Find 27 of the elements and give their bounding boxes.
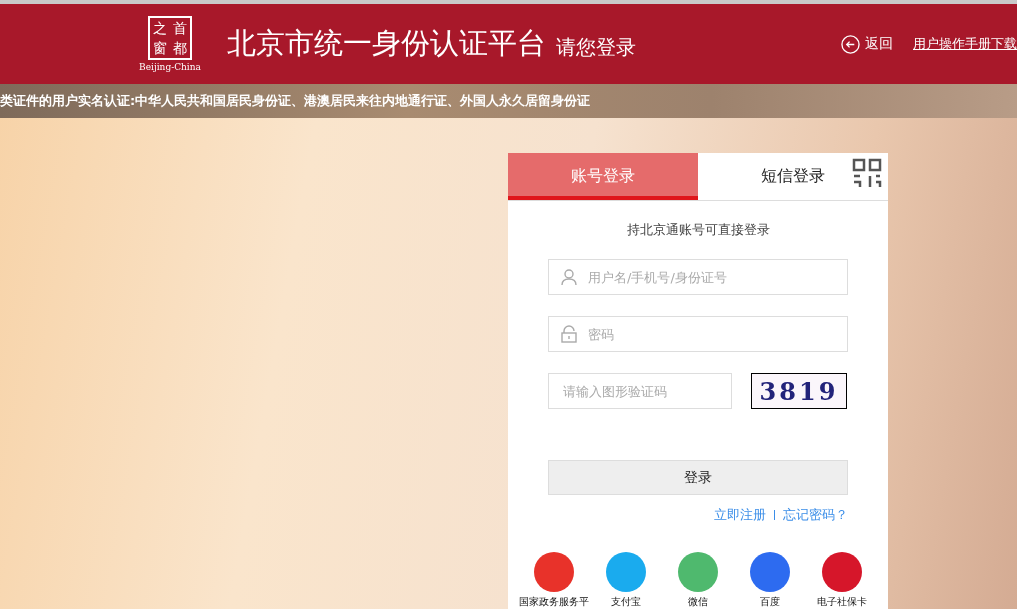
provider-label: 微信	[688, 595, 708, 609]
register-link[interactable]: 立即注册	[714, 506, 766, 524]
password-field[interactable]: 密码	[548, 316, 848, 352]
login-provider-icon[interactable]	[750, 552, 790, 592]
captcha-image[interactable]: 3819	[751, 373, 847, 409]
login-provider-icon[interactable]	[822, 552, 862, 592]
qr-code-icon[interactable]	[852, 158, 882, 188]
login-hint: 持北京通账号可直接登录	[626, 221, 770, 239]
logo: 之 首 窗 都 Beijing-China	[138, 16, 202, 72]
manual-download-link[interactable]: 用户操作手册下载	[913, 35, 1017, 53]
provider-label: 电子社保卡	[817, 595, 867, 609]
username-field[interactable]: 用户名/手机号/身份证号	[548, 259, 848, 295]
captcha-field[interactable]: 请输入图形验证码	[548, 373, 732, 409]
login-provider-icon[interactable]	[606, 552, 646, 592]
provider-label: 国家政务服务平	[519, 595, 589, 609]
notice-text: 类证件的用户实名认证:中华人民共和国居民身份证、港澳居民来往内地通行证、外国人永久居留身份证	[0, 92, 591, 110]
site-title: 北京市统一身份认证平台	[227, 25, 546, 62]
lock-icon	[560, 325, 578, 343]
provider-label: 百度	[760, 595, 780, 609]
login-button[interactable]: 登录	[548, 460, 848, 495]
back-link[interactable]: 返回	[841, 34, 893, 54]
forgot-password-link[interactable]: 忘记密码？	[783, 506, 848, 524]
user-icon	[560, 268, 578, 286]
provider-label: 支付宝	[611, 595, 641, 609]
login-provider-icon[interactable]	[534, 552, 574, 592]
site-subtitle: 请您登录	[556, 33, 636, 61]
login-provider-icon[interactable]	[678, 552, 718, 592]
